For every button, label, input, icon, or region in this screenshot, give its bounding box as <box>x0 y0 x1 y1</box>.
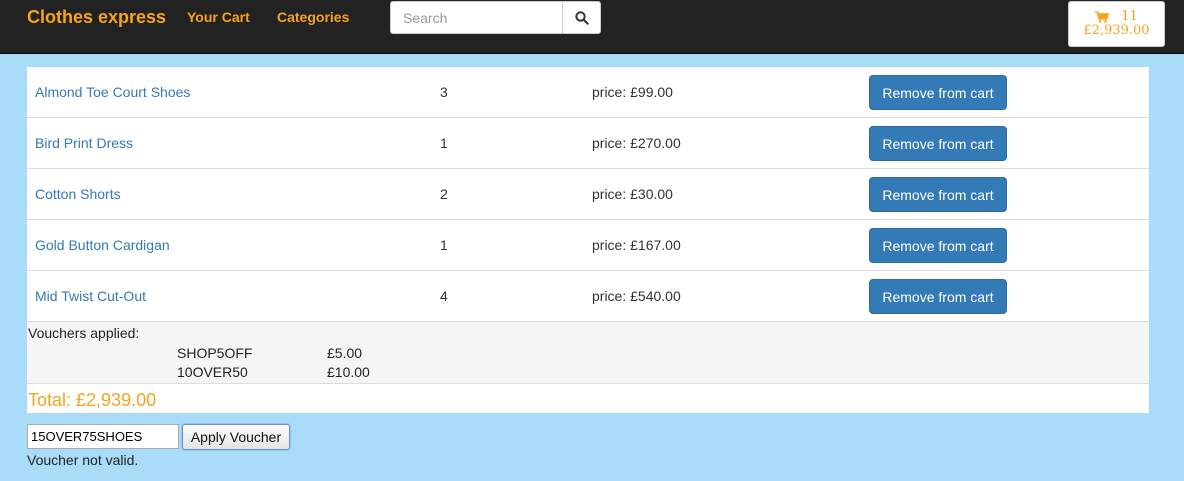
cart-summary-button[interactable]: 11 £2,939.00 <box>1068 1 1165 47</box>
price: price: £30.00 <box>592 186 673 202</box>
cart-row: Cotton Shorts 2 price: £30.00 Remove fro… <box>27 169 1149 220</box>
cart-row: Bird Print Dress 1 price: £270.00 Remove… <box>27 118 1149 169</box>
cart-total: £2,939.00 <box>1083 23 1150 38</box>
cart-row: Mid Twist Cut-Out 4 price: £540.00 Remov… <box>27 271 1149 322</box>
search-icon <box>574 10 589 25</box>
voucher-error-message: Voucher not valid. <box>27 452 139 468</box>
search-input[interactable] <box>390 1 562 34</box>
cart-panel: Almond Toe Court Shoes 3 price: £99.00 R… <box>27 67 1149 413</box>
product-link[interactable]: Bird Print Dress <box>35 135 133 151</box>
nav-link-categories[interactable]: Categories <box>277 9 349 25</box>
voucher-code: 10OVER50 <box>177 364 248 380</box>
remove-from-cart-button[interactable]: Remove from cart <box>869 228 1007 263</box>
shopping-cart-icon <box>1095 11 1110 23</box>
top-navbar: Clothes express Your Cart Categories 11 … <box>0 0 1184 54</box>
vouchers-applied-section: Vouchers applied: SHOP5OFF £5.00 10OVER5… <box>27 322 1149 384</box>
voucher-amount: £5.00 <box>327 345 363 361</box>
quantity: 1 <box>440 237 448 253</box>
search-button[interactable] <box>562 1 601 34</box>
search-group <box>390 1 601 34</box>
nav-link-your-cart[interactable]: Your Cart <box>187 9 250 25</box>
remove-from-cart-button[interactable]: Remove from cart <box>869 126 1007 161</box>
product-link[interactable]: Gold Button Cardigan <box>35 237 170 253</box>
price: price: £167.00 <box>592 237 681 253</box>
cart-count: 11 <box>1121 9 1138 24</box>
quantity: 1 <box>440 135 448 151</box>
cart-row: Gold Button Cardigan 1 price: £167.00 Re… <box>27 220 1149 271</box>
quantity: 4 <box>440 288 448 304</box>
remove-from-cart-button[interactable]: Remove from cart <box>869 75 1007 110</box>
brand-link[interactable]: Clothes express <box>27 7 166 28</box>
quantity: 3 <box>440 84 448 100</box>
product-link[interactable]: Cotton Shorts <box>35 186 121 202</box>
cart-total-label: Total: £2,939.00 <box>28 390 157 410</box>
voucher-code-input[interactable] <box>27 424 179 449</box>
apply-voucher-button[interactable]: Apply Voucher <box>182 424 290 450</box>
voucher-code: SHOP5OFF <box>177 345 253 361</box>
remove-from-cart-button[interactable]: Remove from cart <box>869 177 1007 212</box>
remove-from-cart-button[interactable]: Remove from cart <box>869 279 1007 314</box>
quantity: 2 <box>440 186 448 202</box>
price: price: £99.00 <box>592 84 673 100</box>
product-link[interactable]: Mid Twist Cut-Out <box>35 288 146 304</box>
price: price: £540.00 <box>592 288 681 304</box>
voucher-amount: £10.00 <box>327 364 370 380</box>
vouchers-title: Vouchers applied: <box>28 325 140 341</box>
cart-row: Almond Toe Court Shoes 3 price: £99.00 R… <box>27 67 1149 118</box>
product-link[interactable]: Almond Toe Court Shoes <box>35 84 190 100</box>
price: price: £270.00 <box>592 135 681 151</box>
